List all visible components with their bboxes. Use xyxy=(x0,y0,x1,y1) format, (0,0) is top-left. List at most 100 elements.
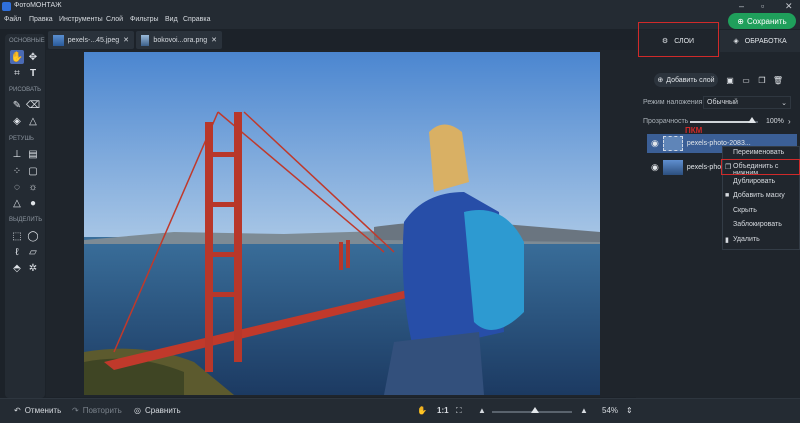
layers-tab-highlight xyxy=(638,22,719,57)
zoom-slider-thumb[interactable] xyxy=(531,407,540,413)
add-icon: ⊕ xyxy=(657,77,664,84)
tab-processing[interactable]: ◈ ОБРАБОТКА xyxy=(720,30,800,52)
photo-image xyxy=(84,52,600,395)
fit-screen-icon[interactable]: ⛶ xyxy=(456,406,462,416)
menu-edit[interactable]: Правка xyxy=(29,16,53,23)
opacity-arrow-icon[interactable]: › xyxy=(788,117,791,126)
menu-item-add-mask[interactable]: Добавить маску xyxy=(733,192,785,199)
tab-label: bokovoi...ora.png xyxy=(153,36,208,44)
text-tool-icon[interactable]: T xyxy=(26,66,40,80)
opacity-slider-thumb[interactable] xyxy=(748,117,756,123)
polygon-lasso-icon[interactable]: ▱ xyxy=(26,245,40,259)
trash-icon[interactable]: 🗑 xyxy=(772,74,784,86)
opacity-slider[interactable] xyxy=(690,117,758,123)
frame-tool-icon[interactable]: ▢ xyxy=(26,164,40,178)
menu-item-rename[interactable]: Переименовать xyxy=(733,149,784,156)
hand-tool-icon[interactable]: ✋ xyxy=(10,50,24,64)
document-tabs: pexels-...45.jpeg ✕ bokovoi...ora.png ✕ xyxy=(46,30,606,50)
dodge-tool-icon[interactable]: ◌ xyxy=(10,180,24,194)
fill-tool-icon[interactable]: ◈ xyxy=(10,114,24,128)
chevron-down-icon: ⌄ xyxy=(781,99,787,107)
crop-tool-icon[interactable]: ⌗ xyxy=(10,66,24,80)
close-tab-icon[interactable]: ✕ xyxy=(211,36,217,44)
undo-icon: ↶ xyxy=(14,406,21,415)
hand-icon[interactable]: ✋ xyxy=(417,406,427,415)
brush-tool-icon[interactable]: ✎ xyxy=(10,98,24,112)
shapes-tool-icon[interactable]: △ xyxy=(26,114,40,128)
opacity-value: 100% xyxy=(766,118,784,125)
image-layer-icon[interactable]: ▣ xyxy=(724,74,736,86)
section-basic: ОСНОВНЫЕ xyxy=(9,38,45,44)
tab-thumbnail xyxy=(141,34,150,46)
close-icon[interactable]: ✕ xyxy=(785,1,793,12)
rect-select-icon[interactable]: ⬚ xyxy=(10,229,24,243)
bottom-bar: ↶ Отменить ↷ Повторить ◎ Сравнить ✋ 1:1 … xyxy=(0,398,800,423)
minimize-icon[interactable]: – xyxy=(739,1,744,11)
eye-icon[interactable]: ◉ xyxy=(651,138,659,149)
duplicate-icon[interactable]: ❐ xyxy=(756,74,768,86)
add-layer-label: Добавить слой xyxy=(666,76,715,84)
menu-item-delete[interactable]: Удалить xyxy=(733,236,760,243)
blur-tool-icon[interactable]: ● xyxy=(26,196,40,210)
zoom-stepper-icon[interactable]: ⇕ xyxy=(626,406,633,415)
menu-layer[interactable]: Слой xyxy=(106,16,123,23)
compare-label: Сравнить xyxy=(144,406,181,415)
magic-select-icon[interactable]: ⬘ xyxy=(10,261,24,275)
trash-icon: ▮ xyxy=(725,237,729,244)
layer-thumbnail xyxy=(662,160,683,175)
zoom-slider[interactable] xyxy=(492,407,572,413)
blend-mode-label: Режим наложения: xyxy=(643,99,705,106)
ellipse-select-icon[interactable]: ◯ xyxy=(26,229,40,243)
close-tab-icon[interactable]: ✕ xyxy=(123,36,129,44)
zoom-value: 54% xyxy=(602,406,619,415)
menu-filters[interactable]: Фильтры xyxy=(130,16,159,23)
eraser-tool-icon[interactable]: ⌫ xyxy=(26,98,40,112)
menu-tools[interactable]: Инструменты xyxy=(59,16,103,23)
zoom-out-icon[interactable]: ▲ xyxy=(478,406,486,415)
eye-icon[interactable]: ◉ xyxy=(651,162,659,173)
blend-mode-select[interactable]: Обычный ⌄ xyxy=(703,96,791,109)
merge-highlight xyxy=(721,159,800,175)
photo-canvas[interactable] xyxy=(84,52,600,395)
save-button[interactable]: ⊕ Сохранить xyxy=(728,13,796,29)
tab-label: pexels-...45.jpeg xyxy=(67,36,120,44)
mask-icon: ■ xyxy=(725,192,730,199)
zoom-in-icon[interactable]: ▲ xyxy=(580,406,588,415)
app-logo-icon xyxy=(2,2,11,11)
compare-icon: ◎ xyxy=(134,406,141,415)
menu-item-lock[interactable]: Заблокировать xyxy=(733,221,782,228)
document-tab-1[interactable]: pexels-...45.jpeg ✕ xyxy=(48,31,134,49)
layer-thumbnail xyxy=(662,136,683,151)
menu-help[interactable]: Справка xyxy=(183,16,210,23)
maximize-icon[interactable]: ▫ xyxy=(761,1,764,11)
patch-tool-icon[interactable]: ▤ xyxy=(26,147,40,161)
redo-button[interactable]: ↷ Повторить xyxy=(72,406,122,415)
lasso-icon[interactable]: ℓ xyxy=(10,245,24,259)
tool-panel: ОСНОВНЫЕ ✋ ✥ ⌗ T РИСОВАТЬ ✎ ⌫ ◈ △ РЕТУШЬ… xyxy=(5,34,45,398)
menu-item-duplicate[interactable]: Дублировать xyxy=(733,178,775,185)
processing-icon: ◈ xyxy=(733,38,739,45)
opacity-label: Прозрачность xyxy=(643,118,689,125)
section-select: ВЫДЕЛИТЬ xyxy=(9,217,43,223)
healing-tool-icon[interactable]: ⁘ xyxy=(10,164,24,178)
add-layer-button[interactable]: ⊕ Добавить слой xyxy=(654,73,718,87)
brightness-tool-icon[interactable]: ☼ xyxy=(26,180,40,194)
save-icon: ⊕ xyxy=(737,16,744,26)
menu-view[interactable]: Вид xyxy=(165,16,178,23)
move-tool-icon[interactable]: ✥ xyxy=(26,50,40,64)
stamp-tool-icon[interactable]: ⊥ xyxy=(10,147,24,161)
magic-wand-icon[interactable]: ✲ xyxy=(26,261,40,275)
menu-file[interactable]: Файл xyxy=(4,16,21,23)
undo-button[interactable]: ↶ Отменить xyxy=(14,406,61,415)
compare-button[interactable]: ◎ Сравнить xyxy=(134,406,181,415)
tab-thumbnail xyxy=(53,34,64,46)
folder-icon[interactable]: ▭ xyxy=(740,74,752,86)
actual-size-button[interactable]: 1:1 xyxy=(437,406,449,415)
opacity-slider-fill xyxy=(690,121,752,123)
section-retouch: РЕТУШЬ xyxy=(9,136,34,142)
save-label: Сохранить xyxy=(746,16,787,26)
menu-item-hide[interactable]: Скрыть xyxy=(733,207,757,214)
blend-mode-value: Обычный xyxy=(707,99,738,106)
document-tab-2[interactable]: bokovoi...ora.png ✕ xyxy=(136,31,222,49)
sharpen-tool-icon[interactable]: △ xyxy=(10,196,24,210)
